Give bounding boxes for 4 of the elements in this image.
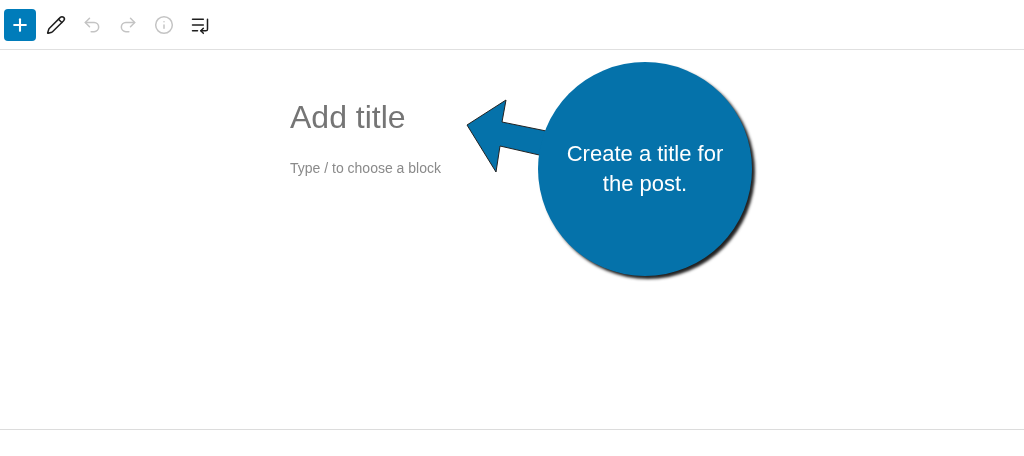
block-field[interactable]: Type / to choose a block [290, 158, 462, 178]
callout-text: Create a title for the post. [565, 140, 725, 198]
title-field[interactable]: Add title [290, 96, 410, 138]
add-block-button[interactable] [4, 8, 36, 41]
